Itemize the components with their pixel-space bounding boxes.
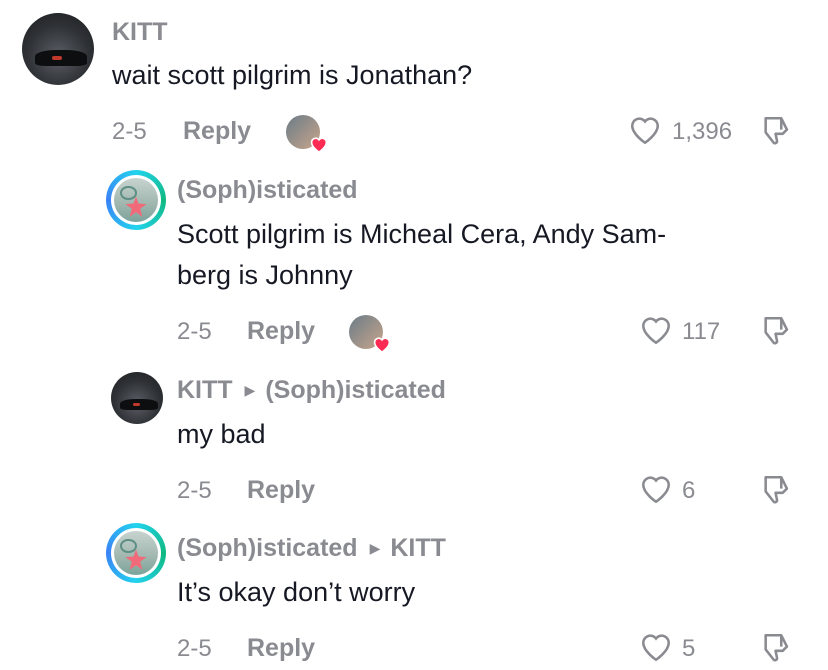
like-button[interactable] bbox=[628, 114, 662, 151]
heart-filled-icon bbox=[310, 137, 328, 153]
reply-to-author[interactable]: (Soph)isticated bbox=[265, 376, 446, 404]
comment-date: 2-5 bbox=[112, 118, 147, 145]
comment-text-line2: berg is Johnny bbox=[177, 260, 353, 290]
avatar-sophisticated[interactable] bbox=[106, 523, 166, 583]
dislike-button[interactable] bbox=[760, 631, 794, 670]
heart-outline-icon bbox=[641, 476, 671, 504]
reply-button[interactable]: Reply bbox=[183, 117, 251, 146]
thumbs-down-icon bbox=[764, 116, 789, 145]
comment-date: 2-5 bbox=[177, 477, 212, 504]
thumbs-down-icon bbox=[764, 475, 789, 504]
comment-author[interactable]: (Soph)isticated bbox=[177, 534, 358, 562]
comment-date: 2-5 bbox=[177, 635, 212, 662]
reply-button[interactable]: Reply bbox=[247, 634, 315, 663]
dislike-button[interactable] bbox=[760, 114, 794, 153]
like-button[interactable] bbox=[639, 314, 673, 351]
comment-author[interactable]: (Soph)isticated bbox=[177, 176, 358, 205]
triangle-right-icon: ▶ bbox=[369, 540, 381, 556]
avatar-kitt[interactable] bbox=[22, 13, 94, 85]
heart-filled-icon bbox=[373, 337, 391, 353]
dislike-button[interactable] bbox=[760, 314, 794, 353]
dislike-button[interactable] bbox=[760, 473, 794, 512]
comment-text: wait scott pilgrim is Jonathan? bbox=[112, 60, 473, 90]
like-count: 117 bbox=[682, 318, 721, 345]
like-button[interactable] bbox=[639, 473, 673, 510]
comment-date: 2-5 bbox=[177, 318, 212, 345]
comment-text: It’s okay don’t worry bbox=[177, 577, 416, 607]
heart-outline-icon bbox=[630, 117, 660, 145]
like-button[interactable] bbox=[639, 631, 673, 668]
comment-author[interactable]: KITT bbox=[177, 376, 233, 404]
heart-outline-icon bbox=[641, 317, 671, 345]
liked-by-creator-avatar bbox=[286, 115, 328, 153]
reply-button[interactable]: Reply bbox=[247, 476, 315, 505]
comment-author-line: (Soph)isticated ▶ KITT bbox=[177, 534, 446, 563]
comment-author-line: KITT ▶ (Soph)isticated bbox=[177, 376, 446, 405]
comment-text: my bad bbox=[177, 419, 266, 449]
thumbs-down-icon bbox=[764, 633, 789, 662]
reply-button[interactable]: Reply bbox=[247, 317, 315, 346]
heart-outline-icon bbox=[641, 634, 671, 662]
triangle-right-icon: ▶ bbox=[244, 382, 256, 398]
like-count: 5 bbox=[682, 635, 696, 662]
thumbs-down-icon bbox=[764, 316, 789, 345]
comment-text-line1: Scott pilgrim is Micheal Cera, Andy Sam- bbox=[177, 219, 667, 249]
reply-to-author[interactable]: KITT bbox=[390, 534, 446, 562]
like-count: 6 bbox=[682, 477, 696, 504]
liked-by-creator-avatar bbox=[349, 315, 391, 353]
like-count: 1,396 bbox=[672, 118, 733, 145]
comment-author[interactable]: KITT bbox=[112, 18, 168, 47]
avatar-kitt[interactable] bbox=[111, 372, 163, 424]
avatar-sophisticated[interactable] bbox=[106, 170, 166, 230]
